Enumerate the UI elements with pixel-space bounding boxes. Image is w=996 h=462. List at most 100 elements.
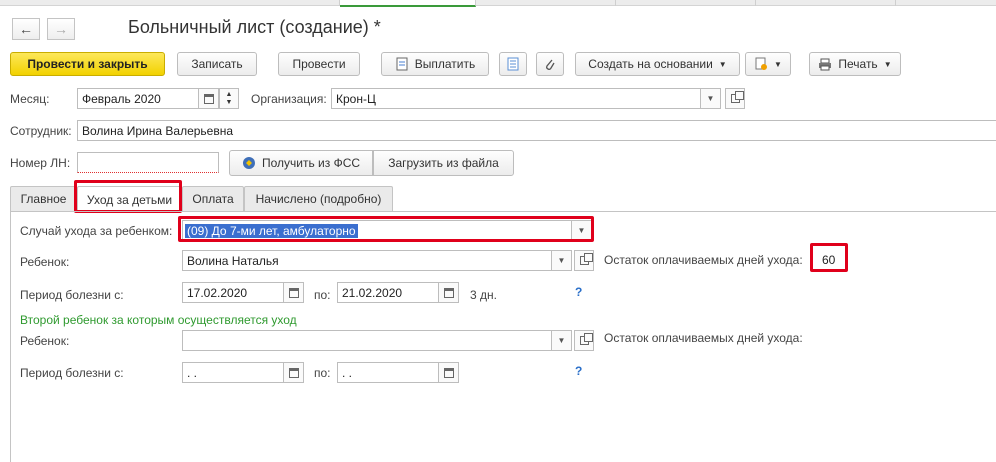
period-from-label: Период болезни с: <box>20 288 124 302</box>
tab-accrued-detailed[interactable]: Начислено (подробно) <box>244 186 393 211</box>
employee-field[interactable]: Волина Ирина Валерьевна <box>77 120 996 141</box>
window-tab-active[interactable] <box>340 0 476 7</box>
calendar-icon <box>443 287 454 298</box>
period2-to-label: по: <box>314 366 331 380</box>
tab-main-label: Главное <box>20 192 67 206</box>
tab-main[interactable]: Главное <box>10 186 77 211</box>
dropdown-arrow-icon: ▼ <box>774 59 782 69</box>
paperclip-icon <box>546 59 555 70</box>
window-tab[interactable] <box>616 0 756 6</box>
open-window-icon <box>579 333 593 345</box>
calendar-icon <box>443 367 454 378</box>
month-label: Месяц: <box>10 92 50 106</box>
child2-label: Ребенок: <box>20 334 70 348</box>
print-label: Печать <box>838 57 878 71</box>
spin-up-icon: ▲ <box>225 90 233 98</box>
tab-payment[interactable]: Оплата <box>182 186 244 211</box>
child-field[interactable]: Волина Наталья <box>182 250 552 271</box>
tab-child-care-label: Уход за детьми <box>86 192 173 207</box>
care-case-field[interactable]: (09) До 7-ми лет, амбулаторно <box>182 220 572 241</box>
save-label: Записать <box>191 57 243 71</box>
calendar-icon <box>288 287 299 298</box>
period-from-calendar-button[interactable] <box>284 282 304 303</box>
create-based-on-button[interactable]: Создать на основании ▼ <box>575 52 740 76</box>
post-button[interactable]: Провести <box>278 52 360 76</box>
window-tab[interactable] <box>756 0 896 6</box>
period2-from-field[interactable]: . . <box>182 362 284 383</box>
period2-to-field[interactable]: . . <box>337 362 439 383</box>
fss-emblem-icon <box>242 157 255 169</box>
pay-label: Выплатить <box>414 57 476 71</box>
days-count: 3 дн. <box>470 288 497 302</box>
remaining-days-label: Остаток оплачиваемых дней ухода: <box>604 253 803 267</box>
care-case-value: (09) До 7-ми лет, амбулаторно <box>185 223 358 238</box>
child-dropdown-button[interactable]: ▼ <box>552 250 572 271</box>
sick-leave-number-field[interactable] <box>77 152 219 173</box>
child-label: Ребенок: <box>20 255 70 269</box>
period2-from-calendar-button[interactable] <box>284 362 304 383</box>
load-from-file-button[interactable]: Загрузить из файла <box>373 150 514 176</box>
tab-child-care[interactable]: Уход за детьми <box>77 186 182 212</box>
printer-icon <box>819 58 832 70</box>
remaining2-days-label: Остаток оплачиваемых дней ухода: <box>604 331 803 345</box>
back-button[interactable]: ← <box>12 18 40 40</box>
open-window-icon <box>579 253 593 265</box>
calendar-icon <box>203 93 214 104</box>
period2-to-calendar-button[interactable] <box>439 362 459 383</box>
pay-document-icon <box>396 57 408 71</box>
print-button[interactable]: Печать ▼ <box>809 52 901 76</box>
get-from-fss-button[interactable]: Получить из ФСС <box>229 150 373 176</box>
dropdown-arrow-icon: ▼ <box>706 94 715 103</box>
month-calendar-button[interactable] <box>199 88 219 109</box>
remaining-days-value: 60 <box>822 253 836 267</box>
child2-field[interactable] <box>182 330 552 351</box>
organization-open-button[interactable] <box>725 88 745 109</box>
period-to-calendar-button[interactable] <box>439 282 459 303</box>
child2-dropdown-button[interactable]: ▼ <box>552 330 572 351</box>
child-open-button[interactable] <box>574 250 594 271</box>
organization-field[interactable]: Крон-Ц <box>331 88 701 109</box>
dropdown-arrow-icon: ▼ <box>718 59 727 69</box>
period-to-field[interactable]: 21.02.2020 <box>337 282 439 303</box>
save-button[interactable]: Записать <box>177 52 257 76</box>
care-case-label: Случай ухода за ребенком: <box>20 224 173 238</box>
window-tab[interactable] <box>476 0 616 6</box>
second-child-header: Второй ребенок за которым осуществляется… <box>20 313 297 327</box>
post-label: Провести <box>292 57 346 71</box>
arrow-right-icon: → <box>54 21 68 37</box>
page-title: Больничный лист (создание) * <box>128 17 381 37</box>
child2-open-button[interactable] <box>574 330 594 351</box>
month-spinner[interactable]: ▲ ▼ <box>219 88 239 109</box>
period-to-label: по: <box>314 288 331 302</box>
sick-leave-number-label: Номер ЛН: <box>10 156 71 170</box>
open-window-icon <box>730 91 744 103</box>
dropdown-arrow-icon: ▼ <box>577 226 586 235</box>
period-from-field[interactable]: 17.02.2020 <box>182 282 284 303</box>
report-button[interactable] <box>499 52 527 76</box>
calendar-icon <box>288 367 299 378</box>
load-from-file-label: Загрузить из файла <box>388 156 499 170</box>
arrow-left-icon: ← <box>19 21 33 37</box>
related-docs-button[interactable]: ▼ <box>745 52 791 76</box>
post-and-close-label: Провести и закрыть <box>27 57 148 71</box>
dropdown-arrow-icon: ▼ <box>557 256 566 265</box>
help-link-2[interactable]: ? <box>575 364 582 378</box>
period2-from-label: Период болезни с: <box>20 366 124 380</box>
employee-label: Сотрудник: <box>10 124 72 138</box>
post-and-close-button[interactable]: Провести и закрыть <box>10 52 165 76</box>
spin-down-icon: ▼ <box>225 98 233 106</box>
care-case-dropdown-button[interactable]: ▼ <box>572 220 592 241</box>
month-field[interactable]: Февраль 2020 <box>77 88 199 109</box>
window-tab[interactable] <box>0 0 340 6</box>
document-structure-icon <box>755 57 768 70</box>
tab-payment-label: Оплата <box>192 192 234 206</box>
attach-button[interactable] <box>536 52 564 76</box>
pay-button[interactable]: Выплатить <box>381 52 489 76</box>
forward-button[interactable]: → <box>47 18 75 40</box>
organization-dropdown-button[interactable]: ▼ <box>701 88 721 109</box>
dropdown-arrow-icon: ▼ <box>557 336 566 345</box>
organization-label: Организация: <box>251 92 327 106</box>
list-document-icon <box>507 57 519 71</box>
dropdown-arrow-icon: ▼ <box>883 59 892 69</box>
help-link[interactable]: ? <box>575 285 582 299</box>
